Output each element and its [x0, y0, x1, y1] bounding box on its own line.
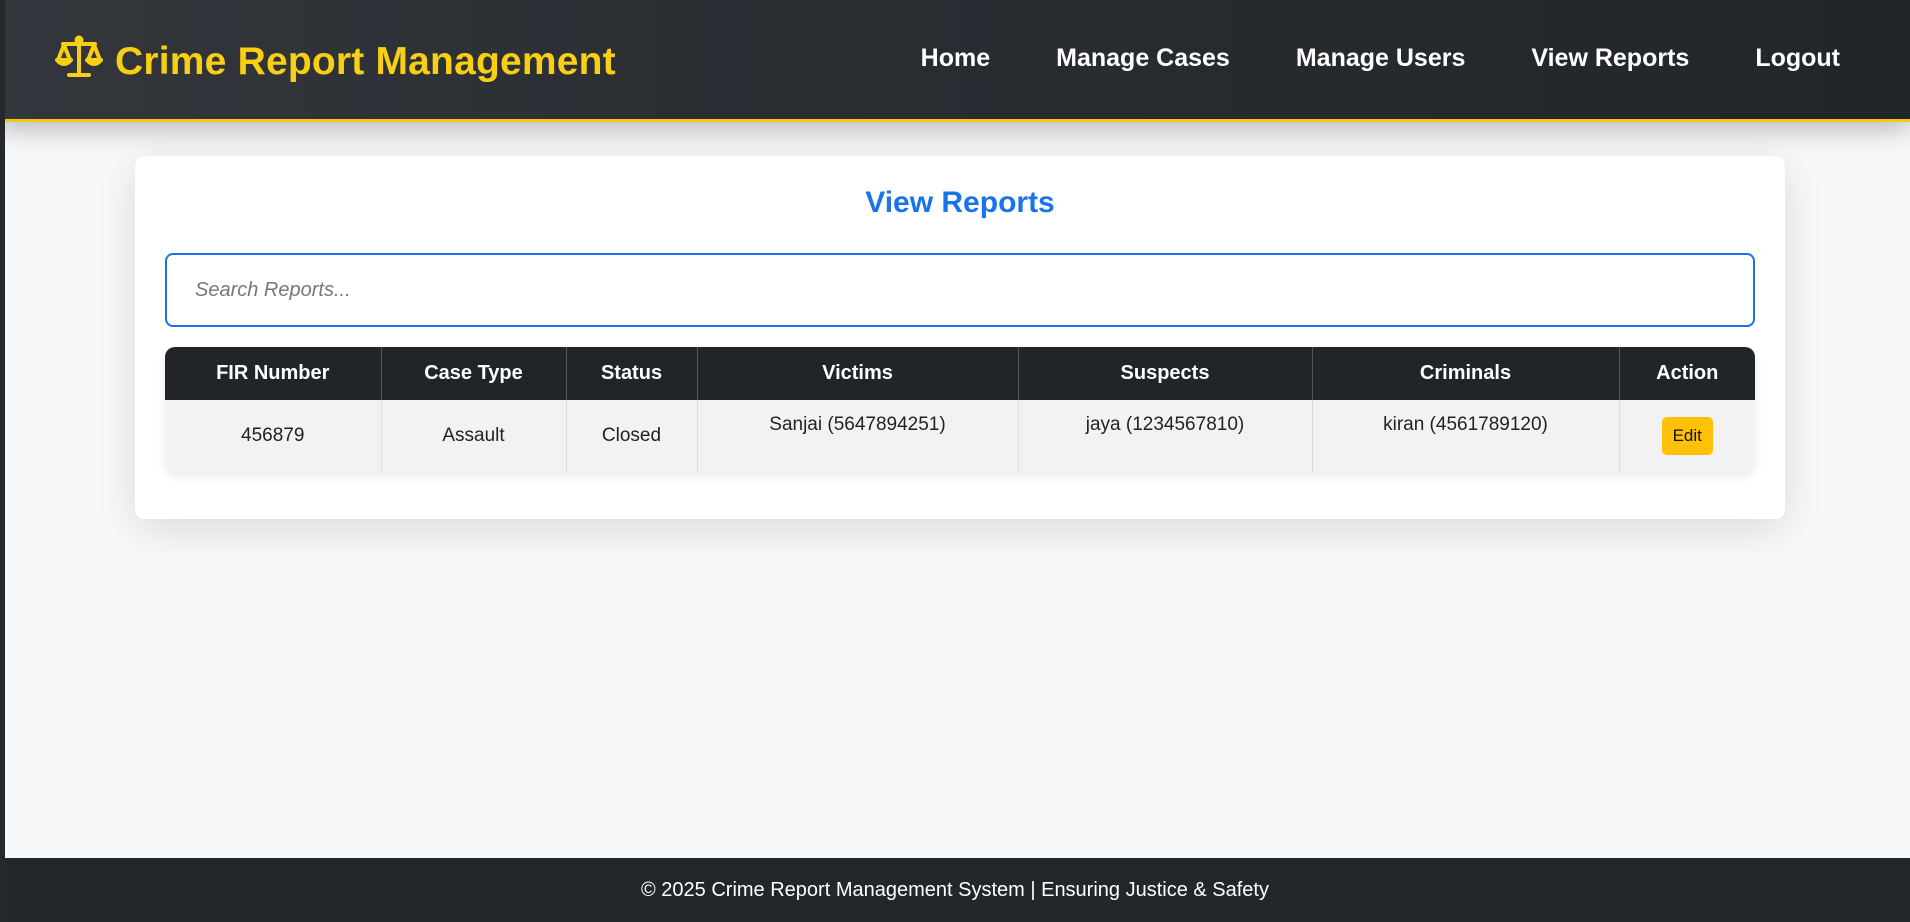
- header-criminals: Criminals: [1312, 347, 1620, 400]
- cell-status: Closed: [566, 400, 698, 472]
- nav-view-reports[interactable]: View Reports: [1531, 44, 1689, 73]
- table-row: 456879 Assault Closed Sanjai (5647894251…: [165, 400, 1755, 472]
- header-case-type: Case Type: [381, 347, 567, 400]
- header-suspects: Suspects: [1018, 347, 1313, 400]
- table-header-row: FIR Number Case Type Status Victims Susp…: [165, 347, 1755, 400]
- footer-text: © 2025 Crime Report Management System | …: [641, 878, 1269, 901]
- cell-fir-number: 456879: [165, 400, 382, 472]
- nav-links: Home Manage Cases Manage Users View Repo…: [921, 44, 1840, 73]
- nav-manage-users[interactable]: Manage Users: [1296, 44, 1466, 73]
- header-fir-number: FIR Number: [165, 347, 382, 400]
- edit-button[interactable]: Edit: [1661, 417, 1713, 455]
- navbar: Crime Report Management Home Manage Case…: [0, 0, 1910, 122]
- header-victims: Victims: [697, 347, 1019, 400]
- window-edge: [0, 0, 5, 922]
- reports-card: View Reports FIR Number Case Type Status…: [135, 156, 1785, 519]
- nav-manage-cases[interactable]: Manage Cases: [1056, 44, 1230, 73]
- cell-suspects: jaya (1234567810): [1018, 400, 1313, 472]
- scales-icon: [55, 35, 103, 89]
- header-status: Status: [566, 347, 698, 400]
- cell-criminals: kiran (4561789120): [1312, 400, 1620, 472]
- brand[interactable]: Crime Report Management: [55, 34, 616, 90]
- nav-logout[interactable]: Logout: [1755, 44, 1840, 73]
- page-title: View Reports: [865, 186, 1055, 219]
- footer: © 2025 Crime Report Management System | …: [0, 858, 1910, 922]
- cell-victims: Sanjai (5647894251): [697, 400, 1019, 472]
- nav-home[interactable]: Home: [921, 44, 990, 73]
- brand-title: Crime Report Management: [115, 40, 616, 83]
- cell-case-type: Assault: [381, 400, 567, 472]
- cell-action: Edit: [1619, 400, 1755, 472]
- reports-table: FIR Number Case Type Status Victims Susp…: [165, 347, 1755, 472]
- search-input[interactable]: [165, 253, 1755, 327]
- header-action: Action: [1619, 347, 1755, 400]
